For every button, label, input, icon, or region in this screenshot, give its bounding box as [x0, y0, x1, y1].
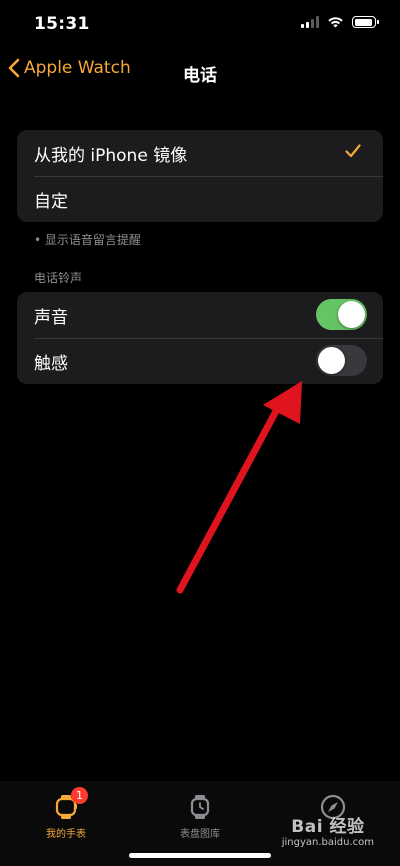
- option-label: 从我的 iPhone 镜像: [34, 145, 188, 166]
- option-custom[interactable]: 自定: [17, 176, 383, 222]
- baidu-jingyan-watermark: Bai 经验 jingyan.baidu.com: [282, 812, 374, 848]
- status-bar: 15:31: [0, 0, 400, 50]
- row-sound: 声音: [17, 292, 383, 338]
- ringtone-settings-group: 声音 触感: [17, 292, 383, 384]
- mirror-settings-group: 从我的 iPhone 镜像 自定: [17, 130, 383, 222]
- tab-label: 我的手表: [46, 829, 86, 840]
- voicemail-alert-note: • 显示语音留言提醒: [34, 233, 141, 247]
- watermark-logo: Bai 经验: [291, 817, 365, 837]
- page-title: 电话: [183, 66, 217, 86]
- row-label: 声音: [34, 307, 68, 328]
- navigation-bar: Apple Watch 电话: [0, 52, 400, 92]
- option-label: 自定: [34, 191, 68, 212]
- tab-bar: 1 我的手表 表盘图库 发现 Bai 经验 jingyan.baidu.com: [0, 781, 400, 866]
- toggle-knob: [338, 301, 365, 328]
- haptics-toggle[interactable]: [316, 345, 367, 376]
- status-icons: [301, 16, 379, 28]
- tab-face-gallery[interactable]: 表盘图库: [155, 793, 245, 840]
- wifi-icon: [328, 17, 343, 28]
- option-mirror-iphone[interactable]: 从我的 iPhone 镜像: [17, 130, 383, 176]
- tab-my-watch[interactable]: 1 我的手表: [21, 787, 111, 840]
- battery-icon: [352, 16, 379, 28]
- home-indicator: [129, 853, 271, 858]
- notification-badge: 1: [71, 787, 88, 804]
- sound-toggle[interactable]: [316, 299, 367, 330]
- status-time: 15:31: [34, 14, 90, 34]
- cellular-signal-icon: [301, 16, 319, 28]
- watch-face-icon: [190, 795, 210, 819]
- toggle-knob: [318, 347, 345, 374]
- section-header-ringtone: 电话铃声: [34, 271, 83, 285]
- watermark-url: jingyan.baidu.com: [281, 837, 374, 848]
- checkmark-icon: [345, 144, 361, 158]
- row-label: 触感: [34, 353, 68, 374]
- tab-label: 表盘图库: [180, 829, 220, 840]
- row-haptics: 触感: [17, 338, 383, 384]
